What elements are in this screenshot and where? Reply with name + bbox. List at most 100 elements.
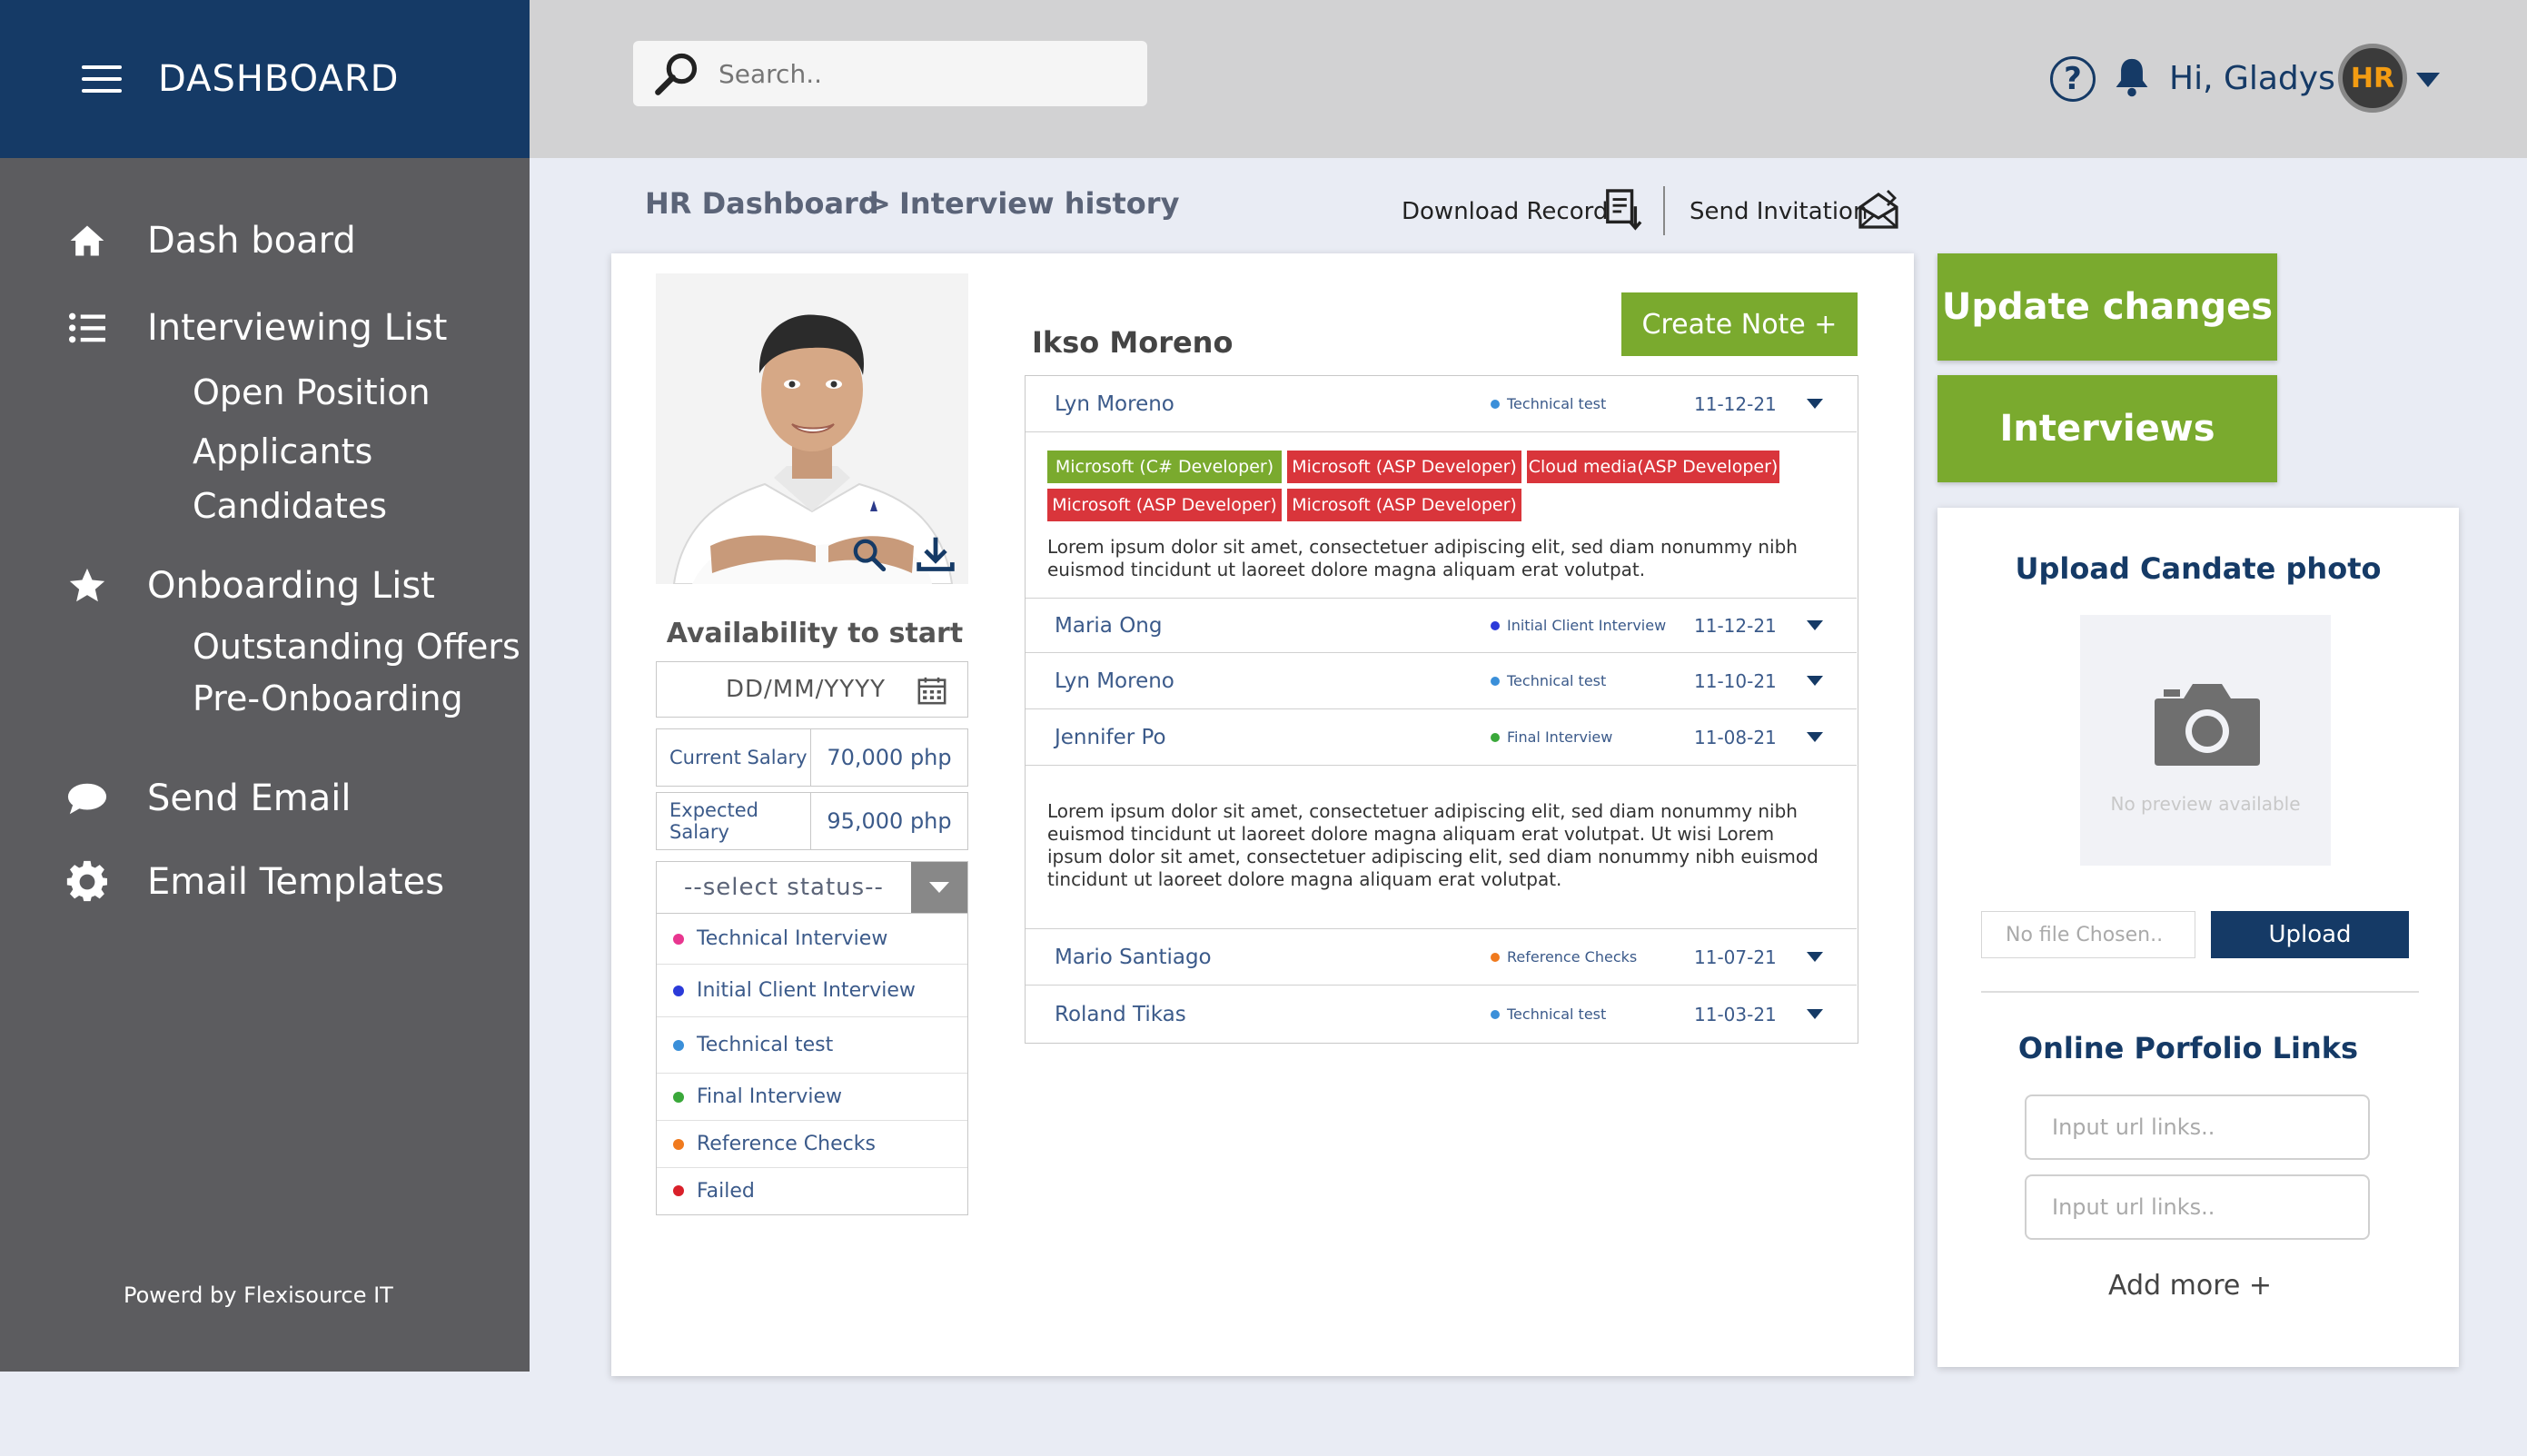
history-row[interactable]: Lyn Moreno Technical test 11-10-21 <box>1026 653 1857 709</box>
status-dot <box>673 1185 684 1196</box>
upload-photo-title: Upload Candate photo <box>2015 551 2382 586</box>
search-icon <box>653 50 700 97</box>
sidebar-subitem-applicants[interactable]: Applicants <box>193 431 372 471</box>
add-more-link[interactable]: Add more + <box>1937 1270 2443 1302</box>
interviewer-name: Jennifer Po <box>1055 725 1166 749</box>
status-select-value: --select status-- <box>684 874 884 901</box>
breadcrumb-root[interactable]: HR Dashboard <box>645 186 879 221</box>
download-record-icon[interactable] <box>1604 189 1646 231</box>
interviewer-name: Maria Ong <box>1055 613 1163 638</box>
status-option-label: Final Interview <box>697 1085 842 1108</box>
history-row[interactable]: Mario Santiago Reference Checks 11-07-21 <box>1026 929 1857 986</box>
status-option-label: Failed <box>697 1179 755 1203</box>
star-icon <box>65 564 109 608</box>
interview-date: 11-08-21 <box>1694 726 1777 748</box>
status-dot <box>673 1039 684 1051</box>
interview-status: Final Interview <box>1507 728 1613 746</box>
portfolio-url-input[interactable] <box>2025 1174 2370 1240</box>
sidebar-header: DASHBOARD <box>0 0 530 158</box>
status-option[interactable]: Reference Checks <box>657 1121 967 1168</box>
interview-date: 11-07-21 <box>1694 946 1777 968</box>
upload-button[interactable]: Upload <box>2211 911 2409 958</box>
status-dot <box>673 933 684 945</box>
chevron-down-icon[interactable] <box>1807 620 1823 630</box>
portfolio-url-input[interactable] <box>2025 1094 2370 1160</box>
status-option[interactable]: Technical test <box>657 1017 967 1074</box>
status-dot <box>673 1138 684 1150</box>
create-note-button[interactable]: Create Note + <box>1621 292 1858 356</box>
chevron-down-icon[interactable] <box>1807 399 1823 409</box>
status-option-label: Technical test <box>697 1034 834 1056</box>
date-placeholder: DD/MM/YYYY <box>726 676 886 703</box>
status-dot <box>1491 620 1500 630</box>
interviews-button[interactable]: Interviews <box>1937 375 2277 482</box>
expected-salary-value[interactable]: 95,000 php <box>811 793 967 849</box>
interview-date: 11-12-21 <box>1694 614 1777 637</box>
status-dot <box>673 1091 684 1103</box>
availability-title: Availability to start <box>666 618 964 649</box>
history-row[interactable]: Maria Ong Initial Client Interview 11-12… <box>1026 599 1857 653</box>
sidebar-subitem-candidates[interactable]: Candidates <box>193 486 387 526</box>
breadcrumb-current: Interview history <box>899 186 1180 221</box>
zoom-icon[interactable] <box>850 536 887 572</box>
camera-icon <box>2151 678 2264 769</box>
avatar[interactable]: HR <box>2338 44 2407 113</box>
file-chooser[interactable]: No file Chosen.. <box>1981 911 2195 958</box>
action-divider <box>1663 186 1665 235</box>
sidebar-item-label: Email Templates <box>147 861 445 903</box>
status-option[interactable]: Failed <box>657 1168 967 1213</box>
chevron-down-icon[interactable] <box>1807 732 1823 742</box>
interviewer-name: Roland Tikas <box>1055 1002 1186 1026</box>
chevron-down-icon[interactable] <box>2416 73 2440 87</box>
availability-date-field[interactable]: DD/MM/YYYY <box>656 661 968 718</box>
status-dot <box>673 985 684 996</box>
send-invitation-button[interactable]: Send Invitation <box>1690 198 1868 225</box>
divider <box>1981 991 2419 993</box>
status-options: Technical Interview Initial Client Inter… <box>656 914 968 1215</box>
sidebar-subitem-outstanding-offers[interactable]: Outstanding Offers <box>193 627 520 667</box>
status-select[interactable]: --select status-- <box>656 861 968 914</box>
history-row[interactable]: Jennifer Po Final Interview 11-08-21 <box>1026 709 1857 766</box>
sidebar-item-label: Onboarding List <box>147 565 435 607</box>
chevron-down-icon[interactable] <box>1807 1009 1823 1019</box>
calendar-icon[interactable] <box>917 675 947 706</box>
status-option[interactable]: Initial Client Interview <box>657 965 967 1017</box>
user-greeting: Hi, Gladys ! <box>2169 60 2359 97</box>
chevron-down-icon[interactable] <box>1807 676 1823 686</box>
status-option[interactable]: Technical Interview <box>657 914 967 965</box>
help-icon[interactable]: ? <box>2050 56 2096 102</box>
current-salary-value[interactable]: 70,000 php <box>811 729 967 786</box>
current-salary-row: Current Salary 70,000 php <box>656 728 968 787</box>
status-option-label: Initial Client Interview <box>697 979 916 1002</box>
chevron-down-icon[interactable] <box>911 862 967 913</box>
interview-history-list: Lyn Moreno Technical test 11-12-21 Micro… <box>1025 375 1858 1044</box>
envelope-icon[interactable] <box>1857 189 1898 231</box>
status-dot <box>1491 952 1500 962</box>
history-row-detail <box>1026 432 1857 599</box>
candidate-name: Ikso Moreno <box>1032 325 1234 360</box>
status-dot <box>1491 399 1500 409</box>
status-option[interactable]: Final Interview <box>657 1074 967 1121</box>
sidebar-subitem-pre-onboarding[interactable]: Pre-Onboarding <box>193 678 463 718</box>
chevron-down-icon[interactable] <box>1807 952 1823 962</box>
avatar-logo-text: HR <box>2350 62 2395 94</box>
portfolio-title: Online Porfolio Links <box>2017 1031 2359 1065</box>
status-dot <box>1491 676 1500 686</box>
sidebar-title: DASHBOARD <box>158 58 400 100</box>
sidebar-item-label: Dash board <box>147 220 356 262</box>
download-record-button[interactable]: Download Record <box>1402 198 1608 225</box>
breadcrumb-separator: > <box>867 186 891 221</box>
history-row[interactable]: Lyn Moreno Technical test 11-12-21 <box>1026 376 1857 432</box>
bell-icon[interactable] <box>2112 54 2152 100</box>
search-bar[interactable] <box>633 41 1147 106</box>
list-icon <box>65 306 109 350</box>
download-icon[interactable] <box>916 534 956 574</box>
status-dot <box>1491 1009 1500 1019</box>
search-input[interactable] <box>718 58 1100 89</box>
interview-date: 11-10-21 <box>1694 669 1777 692</box>
history-row[interactable]: Roland Tikas Technical test 11-03-21 <box>1026 986 1857 1043</box>
chat-bubble-icon <box>65 777 109 820</box>
sidebar-subitem-open-position[interactable]: Open Position <box>193 372 431 412</box>
hamburger-menu-icon[interactable] <box>82 65 122 93</box>
update-changes-button[interactable]: Update changes <box>1937 253 2277 361</box>
